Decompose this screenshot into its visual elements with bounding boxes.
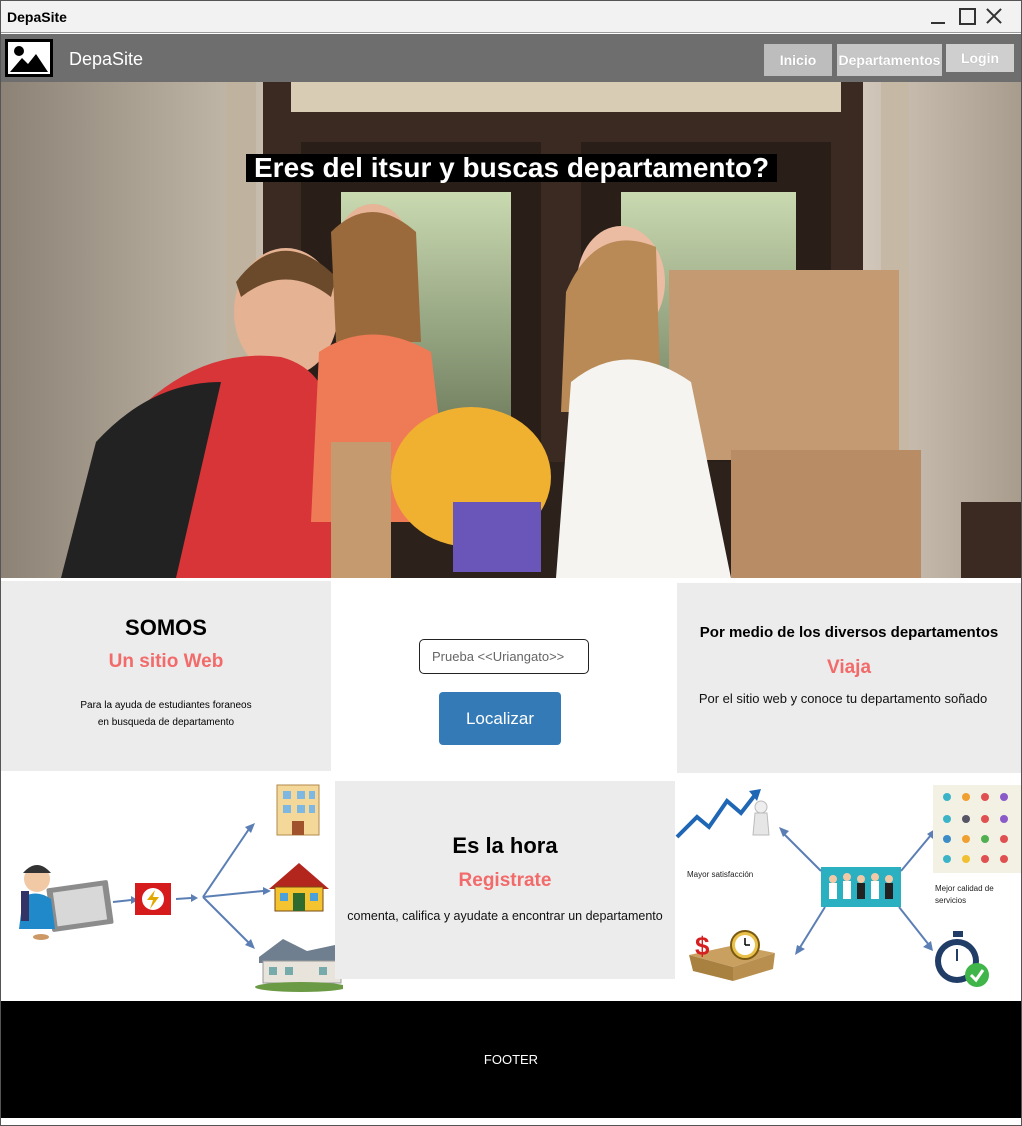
somos-text-line1: Para la ayuda de estudiantes foraneos [80, 700, 252, 711]
title-bar: DepaSite [1, 1, 1021, 33]
benefits-illustration: Mayor satisfacción Mejor calidad de serv… [675, 779, 1021, 995]
search-input[interactable] [419, 639, 589, 674]
hero-headline: Eres del itsur y buscas departamento? [246, 154, 778, 182]
footer-text: FOOTER [483, 1052, 539, 1067]
viaja-text: Por el sitio web y conoce tu departament… [698, 691, 988, 706]
somos-panel: SOMOS Un sitio Web Para la ayuda de estu… [1, 581, 331, 771]
hero-banner: Eres del itsur y buscas departamento? [1, 82, 1021, 578]
logo-image-icon[interactable] [5, 39, 53, 77]
registrate-text: comenta, califica y ayudate a encontrar … [347, 909, 663, 923]
nav-inicio-label: Inicio [779, 52, 817, 68]
svg-text:$: $ [695, 931, 710, 961]
nav-login-button[interactable]: Login [946, 44, 1014, 72]
growth-chart-icon [675, 789, 770, 839]
satisfaction-label: Mayor satisfacción [687, 870, 753, 879]
services-label-line1: Mejor calidad de [935, 884, 994, 893]
window-title: DepaSite [7, 9, 67, 25]
house-icon [269, 863, 329, 912]
site-navbar: DepaSite Inicio Departamentos Login [1, 34, 1021, 82]
nav-departamentos-label: Departamentos [838, 52, 941, 68]
brand-name[interactable]: DepaSite [69, 49, 143, 70]
flash-logo-icon [135, 883, 171, 915]
viaja-subheading: Viaja [826, 657, 872, 678]
maximize-icon[interactable] [957, 6, 977, 26]
apartment-building-icon [276, 784, 320, 836]
services-icons-grid [933, 785, 1021, 873]
viaja-heading: Por medio de los diversos departamentos [699, 624, 999, 641]
nav-departamentos-button[interactable]: Departamentos [837, 44, 942, 76]
registrate-subheading[interactable]: Registrate [335, 870, 675, 892]
person-at-computer-icon [19, 865, 114, 940]
somos-text-line2: en busqueda de departamento [97, 717, 235, 728]
minimize-icon[interactable] [929, 6, 949, 26]
somos-subheading: Un sitio Web [108, 651, 224, 672]
browser-window: DepaSite DepaSite Inicio Departamentos L… [0, 0, 1022, 1126]
close-icon[interactable] [984, 6, 1004, 26]
stopwatch-check-icon [935, 931, 989, 987]
money-box-clock-icon: $ [689, 930, 775, 981]
viaja-panel: Por medio de los diversos departamentos … [677, 583, 1021, 773]
registrate-panel: Es la hora Registrate comenta, califica … [335, 781, 675, 979]
nav-inicio-button[interactable]: Inicio [764, 44, 832, 76]
search-flow-illustration [1, 779, 347, 993]
site-footer: FOOTER [1, 1001, 1021, 1118]
search-panel: Localizar [333, 581, 675, 771]
somos-heading: SOMOS [125, 615, 207, 640]
team-celebration-icon [821, 867, 901, 907]
registrate-heading: Es la hora [452, 833, 558, 858]
localizar-button[interactable]: Localizar [439, 692, 561, 745]
nav-login-label: Login [960, 50, 1000, 66]
somos-text: Para la ayuda de estudiantes foraneos en… [61, 697, 271, 731]
services-label-line2: servicios [935, 896, 966, 905]
mansion-icon [255, 939, 347, 992]
